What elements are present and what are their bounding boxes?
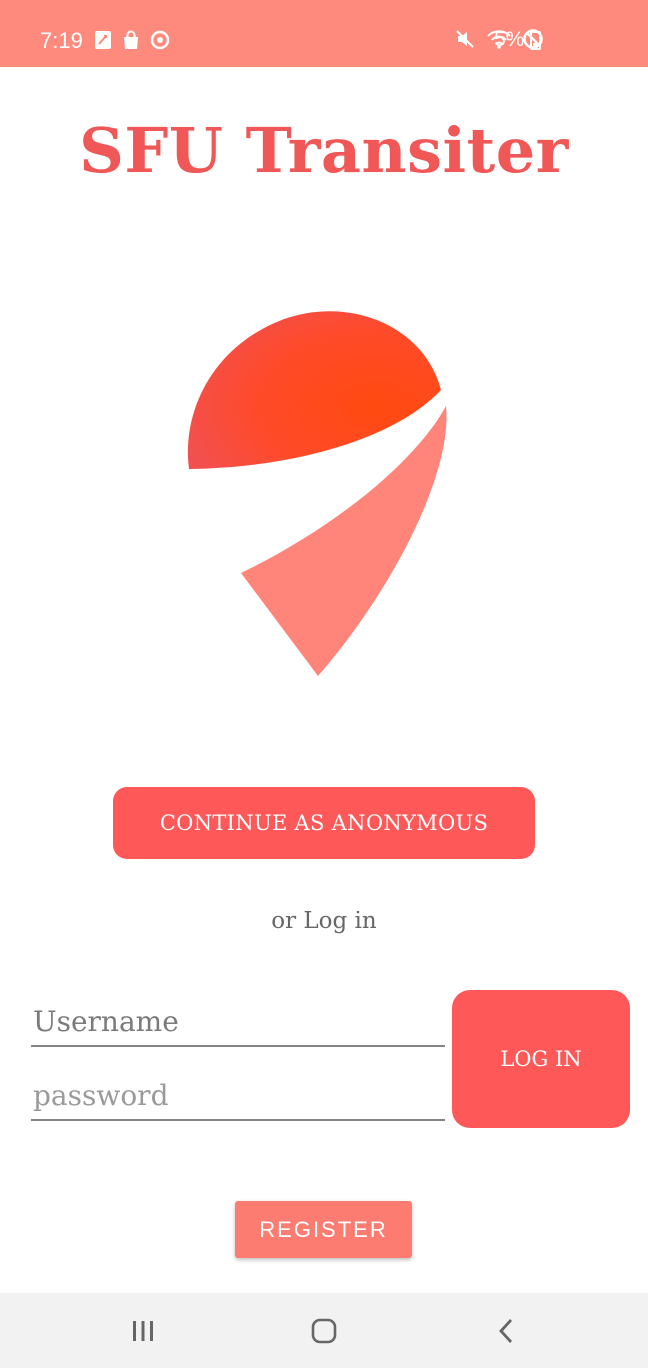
home-button[interactable] [294,1311,354,1351]
continue-anonymous-button[interactable]: CONTINUE AS ANONYMOUS [113,787,535,859]
shopping-bag-icon [124,30,138,49]
back-icon [499,1319,513,1343]
recents-icon [133,1321,153,1341]
battery-percent: 5% [494,28,525,51]
username-field[interactable] [31,997,445,1047]
navigation-bar [0,1293,648,1368]
status-bar: 7:19 5% [0,0,648,67]
or-login-label: or Log in [271,908,377,934]
login-button[interactable]: LOG IN [452,990,630,1128]
battery-icon [530,31,541,50]
back-button[interactable] [476,1311,536,1351]
home-icon [311,1318,337,1344]
app-title: SFU Transiter [79,114,569,187]
messenger-icon [150,30,170,50]
register-button[interactable]: REGISTER [235,1201,412,1258]
mute-icon [456,30,474,48]
status-time: 7:19 [40,28,83,53]
sync-icon [95,31,111,49]
password-field[interactable] [31,1071,445,1121]
map-pin-logo [187,311,447,676]
status-left-icons [94,30,170,50]
recents-button[interactable] [113,1311,173,1351]
